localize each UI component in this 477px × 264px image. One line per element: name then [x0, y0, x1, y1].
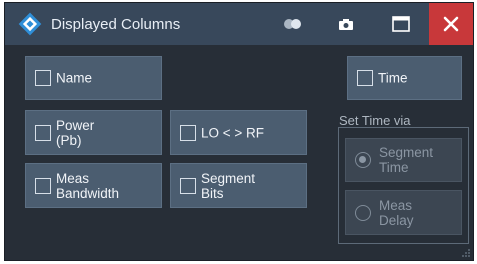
camera-icon	[339, 18, 353, 30]
time-label: Time	[378, 70, 408, 86]
segment-time-label: Segment Time	[379, 145, 434, 175]
close-icon	[443, 16, 459, 32]
power-label: Power (Pb)	[56, 117, 95, 148]
toggle-button[interactable]	[275, 3, 311, 45]
column-segment-bits-option[interactable]: Segment Bits	[170, 163, 307, 208]
segment-bits-checkbox[interactable]	[180, 177, 196, 194]
column-lo-rf-option[interactable]: LO < > RF	[170, 110, 307, 155]
column-power-option[interactable]: Power (Pb)	[25, 110, 162, 155]
meas-bandwidth-checkbox[interactable]	[35, 177, 51, 194]
set-time-via-label: Set Time via	[339, 113, 411, 128]
rs-logo-icon	[18, 12, 42, 36]
meas-delay-radio-option[interactable]: Meas Delay	[345, 190, 462, 235]
lo-rf-checkbox[interactable]	[180, 124, 196, 141]
segment-time-radio[interactable]	[355, 152, 371, 168]
displayed-columns-dialog: Displayed Columns Name Time Power (Pb) L…	[4, 2, 474, 261]
segment-bits-label: Segment Bits	[201, 170, 256, 201]
column-meas-bandwidth-option[interactable]: Meas Bandwidth	[25, 163, 162, 208]
resize-grip-icon[interactable]	[461, 248, 471, 258]
lo-rf-label: LO < > RF	[201, 125, 265, 140]
time-checkbox[interactable]	[357, 70, 373, 86]
toggle-icon	[284, 19, 301, 29]
meas-delay-radio[interactable]	[355, 204, 371, 221]
dialog-title: Displayed Columns	[51, 16, 181, 33]
screenshot-button[interactable]	[328, 3, 364, 45]
meas-delay-label: Meas Delay	[379, 197, 414, 228]
maximize-button[interactable]	[383, 3, 419, 45]
title-bar[interactable]: Displayed Columns	[5, 3, 473, 45]
power-checkbox[interactable]	[35, 124, 51, 141]
meas-bandwidth-label: Meas Bandwidth	[56, 170, 120, 201]
name-checkbox[interactable]	[35, 70, 51, 86]
close-button[interactable]	[429, 3, 473, 45]
column-time-option[interactable]: Time	[347, 56, 462, 100]
column-name-option[interactable]: Name	[25, 56, 162, 100]
name-label: Name	[56, 70, 93, 86]
segment-time-radio-option[interactable]: Segment Time	[345, 138, 462, 182]
maximize-icon	[392, 16, 410, 32]
